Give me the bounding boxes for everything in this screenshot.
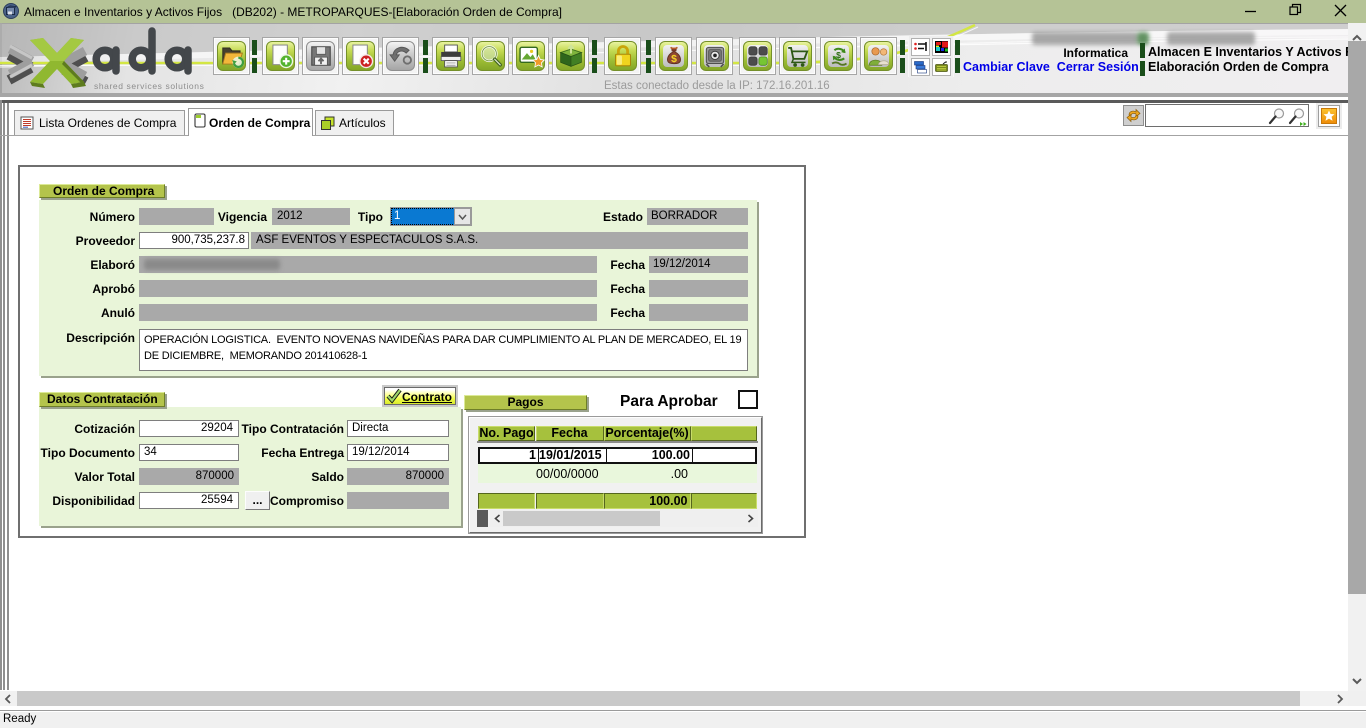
- svg-text:$: $: [836, 50, 841, 60]
- svg-text:$: $: [671, 54, 677, 65]
